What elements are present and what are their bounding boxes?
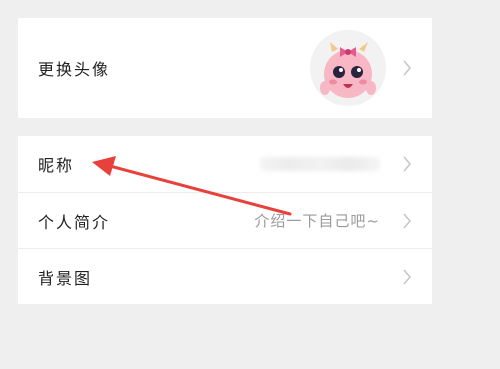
change-avatar-row[interactable]: 更换头像 — [18, 18, 432, 118]
chevron-right-icon — [403, 212, 412, 229]
change-avatar-label: 更换头像 — [38, 60, 111, 79]
background-label: 背景图 — [38, 268, 93, 288]
nickname-row[interactable]: 昵称 — [18, 136, 432, 192]
chevron-right-icon — [403, 268, 412, 285]
bio-label: 个人简介 — [38, 212, 111, 232]
bio-row[interactable]: 个人简介 介绍一下自己吧~ — [18, 192, 432, 248]
avatar-card: 更换头像 — [18, 18, 432, 118]
chevron-right-icon — [403, 60, 412, 76]
avatar-image — [310, 30, 386, 106]
nickname-label: 昵称 — [38, 156, 75, 175]
chevron-right-icon — [403, 156, 412, 172]
background-row[interactable]: 背景图 — [18, 248, 432, 304]
bio-value: 介绍一下自己吧~ — [254, 212, 380, 230]
avatar[interactable] — [310, 30, 386, 106]
profile-settings-card: 昵称 个人简介 介绍一下自己吧~ 背景图 — [18, 136, 432, 304]
nickname-value-blurred — [260, 157, 380, 171]
